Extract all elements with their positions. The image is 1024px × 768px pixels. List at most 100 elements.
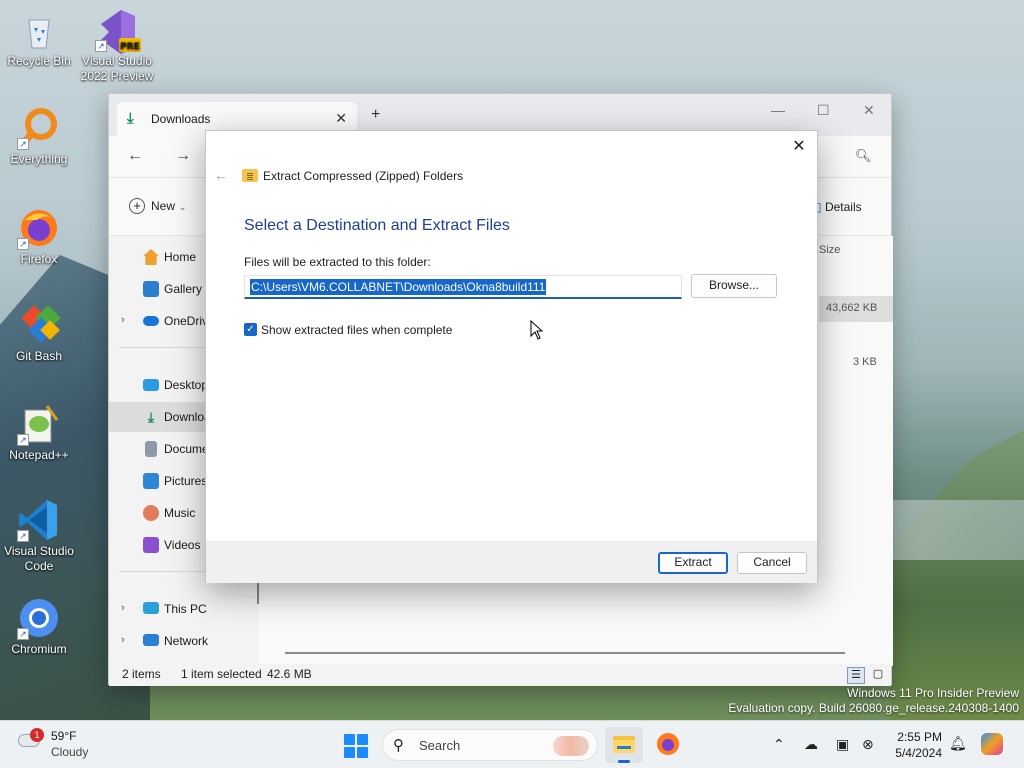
sidebar-label: Pictures — [164, 474, 208, 488]
chevron-right-icon[interactable]: › — [121, 634, 125, 646]
show-files-checkbox[interactable]: ✓ — [244, 323, 257, 336]
forward-arrow-icon[interactable]: → — [175, 147, 191, 165]
show-files-checkbox-label[interactable]: Show extracted files when complete — [261, 323, 452, 337]
desktop-icon-recycle-bin[interactable]: Recycle Bin — [1, 8, 77, 69]
status-bar: 2 items 1 item selected 42.6 MB ☰ ▢ — [109, 664, 891, 686]
sidebar-label: Home — [164, 250, 197, 264]
close-window-button[interactable]: ✕ — [863, 102, 875, 119]
chevron-right-icon[interactable]: › — [121, 602, 125, 614]
firefox-icon: ↗ — [17, 206, 61, 250]
pre-badge: PRE — [120, 42, 140, 52]
details-view-icon[interactable]: ☰ — [847, 667, 865, 684]
start-button[interactable] — [344, 734, 368, 758]
taskbar-search-box[interactable]: ⚲ Search — [382, 729, 598, 761]
taskbar-file-explorer[interactable] — [605, 727, 643, 763]
search-icon: ⚲ — [393, 737, 404, 754]
details-button[interactable]: ▯ Details — [815, 200, 862, 214]
selection-count: 1 item selected — [181, 667, 262, 681]
desktop-icon-label: Everything — [10, 152, 68, 166]
tiles-view-icon[interactable]: ▢ — [869, 667, 887, 684]
shortcut-arrow-icon: ↗ — [17, 138, 29, 150]
copilot-icon[interactable] — [981, 733, 1003, 755]
size-column-header[interactable]: Size — [819, 244, 840, 256]
desktop-icon-vscode[interactable]: ↗ Visual Studio Code — [1, 498, 77, 574]
weather-alert-badge: 1 — [30, 728, 44, 742]
sidebar-label: Network — [164, 634, 209, 648]
git-bash-icon — [17, 303, 61, 347]
desktop-icon-visual-studio-preview[interactable]: PRE ↗ Visual Studio 2022 Preview — [79, 8, 155, 84]
music-icon — [143, 505, 159, 521]
details-label: Details — [824, 200, 862, 214]
home-icon — [143, 249, 159, 265]
onedrive-offline-icon[interactable]: ☁ — [804, 736, 818, 753]
watermark-line: Evaluation copy. Build 26080.ge_release.… — [728, 701, 1019, 715]
desktop-icon-label: Recycle Bin — [7, 54, 71, 68]
temperature: 59°F — [51, 729, 77, 743]
extract-button[interactable]: Extract — [658, 552, 728, 574]
taskbar-firefox[interactable] — [649, 727, 687, 763]
dialog-close-button[interactable]: ✕ — [789, 136, 809, 156]
cancel-button[interactable]: Cancel — [737, 552, 807, 574]
new-tab-button[interactable]: + — [371, 106, 380, 124]
everything-magnifier-icon: ↗ — [17, 106, 61, 150]
search-placeholder: Search — [419, 738, 461, 753]
network-icon — [143, 634, 159, 646]
chevron-up-icon[interactable]: ⌃ — [773, 736, 785, 753]
desktop-icon-chromium[interactable]: ↗ Chromium — [1, 596, 77, 657]
browse-button[interactable]: Browse... — [691, 274, 777, 298]
document-icon — [145, 441, 157, 457]
evaluation-watermark: Windows 11 Pro Insider Preview Evaluatio… — [728, 686, 1019, 716]
shortcut-arrow-icon: ↗ — [17, 434, 29, 446]
search-icon[interactable]: 🔍︎ — [855, 148, 872, 164]
chevron-right-icon[interactable]: › — [121, 314, 125, 326]
network-icon[interactable]: ⊗ — [862, 736, 874, 753]
sidebar-item-this-pc[interactable]: › This PC — [109, 594, 259, 624]
pictures-icon — [143, 473, 159, 489]
wallpaper-water — [890, 500, 1024, 560]
sidebar-item-network[interactable]: › Network — [109, 626, 259, 656]
desktop-icon-label: Git Bash — [15, 349, 63, 363]
desktop-icon-everything[interactable]: ↗ Everything — [1, 106, 77, 167]
clock-date: 5/4/2024 — [895, 746, 942, 760]
maximize-button[interactable]: ☐ — [817, 102, 830, 119]
mouse-cursor-icon — [530, 320, 544, 340]
close-tab-icon[interactable]: ✕ — [335, 110, 347, 127]
taskbar: 1 59°F Cloudy ⚲ Search ⌃ ☁ ▣ ⊗ 2:55 PM 5… — [0, 720, 1024, 768]
new-label: New — [151, 199, 176, 213]
desktop-icon-notepad-plus-plus[interactable]: ↗ Notepad++ — [1, 402, 77, 463]
videos-icon — [143, 537, 159, 553]
clock-time: 2:55 PM — [897, 730, 942, 744]
destination-path-value: C:\Users\VM6.COLLABNET\Downloads\Okna8bu… — [250, 279, 547, 295]
shortcut-arrow-icon: ↗ — [17, 530, 29, 542]
vscode-icon: ↗ — [17, 498, 61, 542]
back-arrow-icon[interactable]: ← — [127, 147, 143, 165]
clock[interactable]: 2:55 PM 5/4/2024 — [892, 729, 942, 761]
minimize-button[interactable]: — — [771, 102, 785, 118]
display-icon[interactable]: ▣ — [836, 736, 849, 753]
notification-bell-icon[interactable]: 🔔︎ — [949, 735, 967, 752]
dialog-footer: Extract Cancel — [206, 541, 817, 583]
horizontal-scrollbar[interactable] — [285, 652, 845, 654]
desktop-icon-label: Visual Studio 2022 Preview — [80, 54, 154, 83]
gallery-icon — [143, 281, 159, 297]
notepad-plus-plus-icon: ↗ — [17, 402, 61, 446]
tab-label: Downloads — [151, 112, 211, 126]
new-button[interactable]: + New ⌄ — [129, 198, 187, 214]
windows-logo-pane — [344, 747, 355, 758]
item-count: 2 items — [122, 667, 161, 681]
zip-folder-icon — [242, 169, 258, 182]
destination-path-input[interactable]: C:\Users\VM6.COLLABNET\Downloads\Okna8bu… — [244, 275, 682, 299]
desktop-icon-label: Chromium — [11, 642, 67, 656]
desktop-icon-firefox[interactable]: ↗ Firefox — [1, 206, 77, 267]
back-arrow-icon[interactable]: ← — [214, 167, 228, 183]
extract-dialog: ✕ ← Extract Compressed (Zipped) Folders … — [205, 130, 818, 583]
firefox-icon — [657, 733, 679, 755]
shortcut-arrow-icon: ↗ — [95, 40, 107, 52]
recycle-bin-icon — [17, 8, 61, 52]
desktop-icon-git-bash[interactable]: Git Bash — [1, 303, 77, 364]
file-size: 3 KB — [853, 356, 877, 368]
desktop-folder-icon — [143, 379, 159, 391]
sidebar-label: Videos — [164, 538, 201, 552]
sidebar-label: Desktop — [164, 378, 209, 392]
windows-logo-pane — [344, 734, 355, 745]
